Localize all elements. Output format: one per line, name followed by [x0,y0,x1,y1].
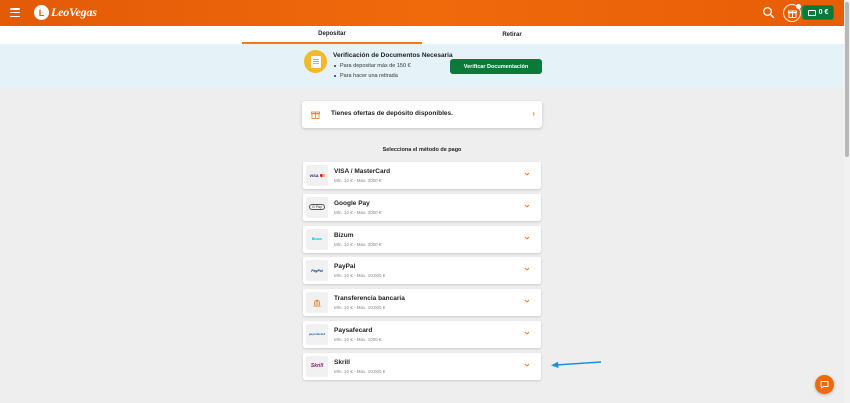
notification-dot [796,4,801,9]
method-bank-transfer[interactable]: Transferencia bancaria Mín. 10 € - Máx. … [303,289,541,317]
page-scrollbar[interactable] [844,0,850,403]
bank-icon [306,292,328,314]
cashier-tabs: Depositar Retirar [0,26,844,44]
method-skrill[interactable]: Skrill Skrill Mín. 10 € - Máx. 10.000 € [303,352,541,380]
annotation-arrow-icon [551,361,602,368]
chevron-right-icon: › [532,109,535,118]
method-limits: Mín. 10 € - Máx. 1000 € [334,336,382,342]
method-paysafecard[interactable]: paysafecard Paysafecard Mín. 10 € - Máx.… [303,320,541,348]
search-icon[interactable] [762,6,775,19]
method-name: Skrill [334,358,350,366]
gift-button[interactable] [783,4,801,22]
verification-item: Para hacer una retirada [333,73,411,79]
gift-icon [787,10,797,18]
chevron-down-icon [524,363,530,367]
google-pay-logo: G Pay [306,196,328,218]
method-google-pay[interactable]: G Pay Google Pay Mín. 10 € - Máx. 3000 € [303,193,541,221]
method-limits: Mín. 10 € - Máx. 3000 € [334,241,382,247]
method-bizum[interactable]: Bizum Bizum Mín. 10 € - Máx. 3000 € [303,225,541,253]
brand-name: LeoVegas [51,5,97,19]
method-limits: Mín. 10 € - Máx. 10.000 € [334,305,386,311]
chevron-down-icon [524,299,530,303]
verification-list: Para depositar más de 150 € Para hacer u… [333,63,411,82]
lion-icon: L [34,5,49,20]
menu-icon[interactable] [10,8,20,18]
chevron-down-icon [524,268,530,272]
tab-deposit[interactable]: Depositar [242,26,422,44]
visa-mastercard-logo: VISA [306,165,328,186]
method-limits: Mín. 10 € - Máx. 3000 € [334,178,382,183]
method-limits: Mín. 10 € - Máx. 10.000 € [334,368,386,374]
tab-withdraw[interactable]: Retirar [422,26,602,44]
balance-button[interactable]: 0 € [802,5,834,20]
method-limits: Mín. 10 € - Máx. 3000 € [334,209,382,215]
scrollbar-thumb[interactable] [845,2,849,157]
top-header: L LeoVegas 0 € [0,0,850,26]
bizum-logo: Bizum [306,228,328,250]
gift-icon [311,111,320,119]
chat-icon [820,381,829,389]
paysafecard-logo: paysafecard [306,323,328,345]
offers-label: Tienes ofertas de depósito disponibles. [331,110,453,117]
deposit-offers-card[interactable]: Tienes ofertas de depósito disponibles. … [302,101,542,128]
verification-title: Verificación de Documentos Necesaria [333,52,453,59]
verification-item: Para depositar más de 150 € [333,63,411,69]
method-name: Transferencia bancaria [334,295,405,303]
payment-methods-heading: Selecciona el método de pago [382,147,462,153]
paypal-logo: PayPal [306,260,328,282]
verification-banner: Verificación de Documentos Necesaria Par… [0,44,844,89]
wallet-icon [807,9,816,16]
payment-methods-list: VISA VISA / MasterCard Mín. 10 € - Máx. … [303,162,541,385]
method-paypal[interactable]: PayPal PayPal Mín. 10 € - Máx. 10.000 € [303,257,541,285]
chat-button[interactable] [815,375,834,394]
method-name: Google Pay [334,199,370,207]
method-name: VISA / MasterCard [334,168,391,175]
document-icon [304,50,327,73]
brand-logo[interactable]: L LeoVegas [34,5,97,20]
chevron-down-icon [524,172,530,176]
skrill-logo: Skrill [306,355,328,377]
chevron-down-icon [524,236,530,240]
balance-amount: 0 € [818,9,829,16]
method-visa-mastercard[interactable]: VISA VISA / MasterCard Mín. 10 € - Máx. … [303,162,541,189]
chevron-down-icon [524,204,530,208]
verify-documents-button[interactable]: Verificar Documentación [450,59,542,74]
method-limits: Mín. 10 € - Máx. 10.000 € [334,273,386,279]
method-name: PayPal [334,263,356,271]
method-name: Paysafecard [334,326,373,334]
chevron-down-icon [524,331,530,335]
method-name: Bizum [334,231,354,239]
